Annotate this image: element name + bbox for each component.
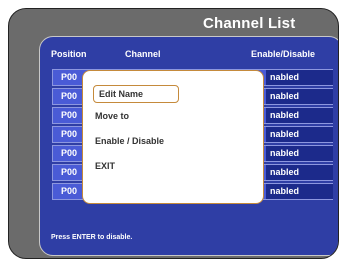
row-position: P00	[61, 129, 78, 139]
row-position: P00	[61, 110, 78, 120]
menu-item-exit[interactable]: EXIT	[95, 161, 115, 171]
row-status: nabled	[266, 108, 333, 123]
row-status: nabled	[266, 184, 333, 199]
row-position: P00	[61, 186, 78, 196]
column-header-channel: Channel	[125, 49, 161, 59]
page-title: Channel List	[203, 15, 296, 32]
row-position: P00	[61, 148, 78, 158]
row-status: nabled	[266, 165, 333, 180]
row-status: nabled	[266, 146, 333, 161]
context-menu: Edit Name Move to Enable / Disable EXIT	[82, 70, 264, 204]
menu-item-edit-name[interactable]: Edit Name	[93, 85, 179, 103]
menu-item-move-to[interactable]: Move to	[95, 111, 129, 121]
status-hint: Press ENTER to disable.	[51, 234, 133, 241]
column-header-position: Position	[51, 49, 87, 59]
row-status: nabled	[266, 70, 333, 85]
row-status: nabled	[266, 89, 333, 104]
row-position: P00	[61, 167, 78, 177]
row-position: P00	[61, 91, 78, 101]
row-position: P00	[61, 72, 78, 82]
row-status: nabled	[266, 127, 333, 142]
column-header-enable-disable: Enable/Disable	[251, 49, 316, 59]
menu-item-enable-disable[interactable]: Enable / Disable	[95, 136, 164, 146]
tv-screen-frame: Channel List Position Channel Enable/Dis…	[8, 8, 339, 259]
